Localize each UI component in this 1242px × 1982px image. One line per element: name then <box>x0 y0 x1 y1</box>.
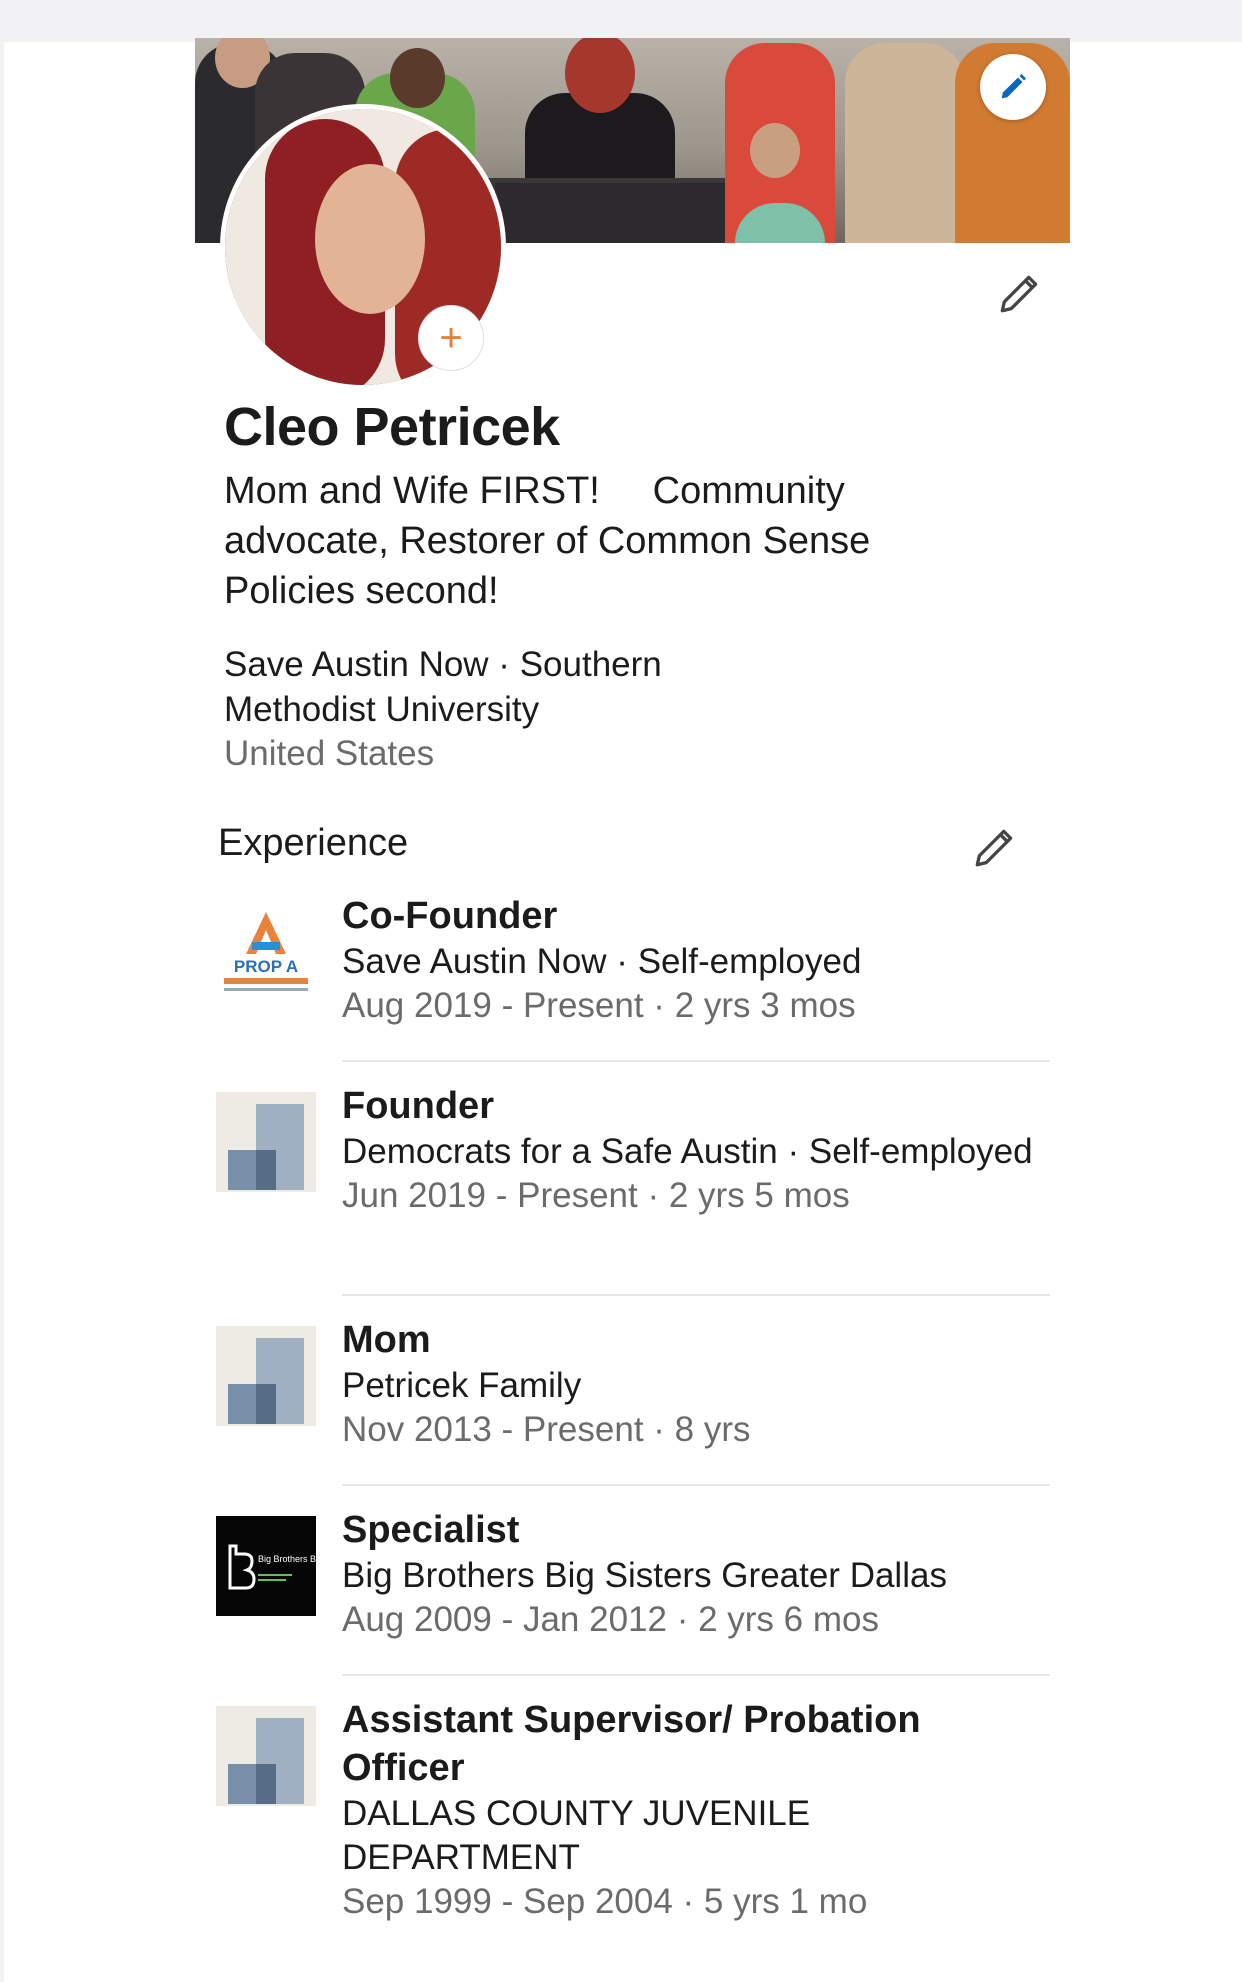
divider <box>342 1294 1050 1296</box>
experience-dates: Aug 2019 - Present · 2 yrs 3 mos <box>342 986 856 1025</box>
divider <box>342 1060 1050 1062</box>
plus-icon: + <box>439 316 463 360</box>
experience-company: Big Brothers Big Sisters Greater Dallas <box>342 1556 947 1595</box>
big-brothers-big-sisters-logo: Big Brothers Big Sisters <box>216 1516 354 1616</box>
svg-text:PROP A: PROP A <box>234 957 298 976</box>
experience-title: Specialist <box>342 1509 520 1551</box>
experience-dates: Nov 2013 - Present · 8 yrs <box>342 1410 751 1449</box>
experience-title: Founder <box>342 1085 494 1127</box>
experience-company: Save Austin Now · Self-employed <box>342 942 862 981</box>
profile-headline: Mom and Wife FIRST! Community advocate, … <box>224 470 881 612</box>
edit-banner-button[interactable] <box>980 54 1046 120</box>
profile-location: United States <box>224 734 435 773</box>
experience-section-title: Experience <box>218 822 409 864</box>
profile-org-education[interactable]: Save Austin Now · Southern Methodist Uni… <box>224 642 764 732</box>
experience-company: Democrats for a Safe Austin · Self-emplo… <box>342 1132 1033 1171</box>
generic-company-logo <box>216 1092 316 1192</box>
experience-dates: Jun 2019 - Present · 2 yrs 5 mos <box>342 1176 850 1215</box>
generic-company-logo <box>216 1326 316 1426</box>
profile-name: Cleo Petricek <box>224 397 560 457</box>
edit-intro-pencil-icon[interactable] <box>995 268 1045 318</box>
pencil-icon <box>1001 73 1027 99</box>
experience-title: Co-Founder <box>342 895 558 937</box>
experience-title: Assistant Supervisor/ Probation Officer <box>342 1699 921 1789</box>
experience-dates: Sep 1999 - Sep 2004 · 5 yrs 1 mo <box>342 1882 868 1921</box>
add-photo-button[interactable]: + <box>418 305 484 371</box>
divider <box>342 1484 1050 1486</box>
svg-text:Big Brothers Big Sisters: Big Brothers Big Sisters <box>258 1554 316 1564</box>
prop-a-logo: PROP A <box>216 902 316 1002</box>
generic-company-logo <box>216 1706 316 1806</box>
edit-experience-pencil-icon[interactable] <box>970 822 1020 872</box>
experience-title: Mom <box>342 1319 431 1361</box>
divider <box>342 1674 1050 1676</box>
experience-dates: Aug 2009 - Jan 2012 · 2 yrs 6 mos <box>342 1600 879 1639</box>
experience-company: Petricek Family <box>342 1366 582 1405</box>
experience-company: DALLAS COUNTY JUVENILE DEPARTMENT <box>342 1794 811 1877</box>
